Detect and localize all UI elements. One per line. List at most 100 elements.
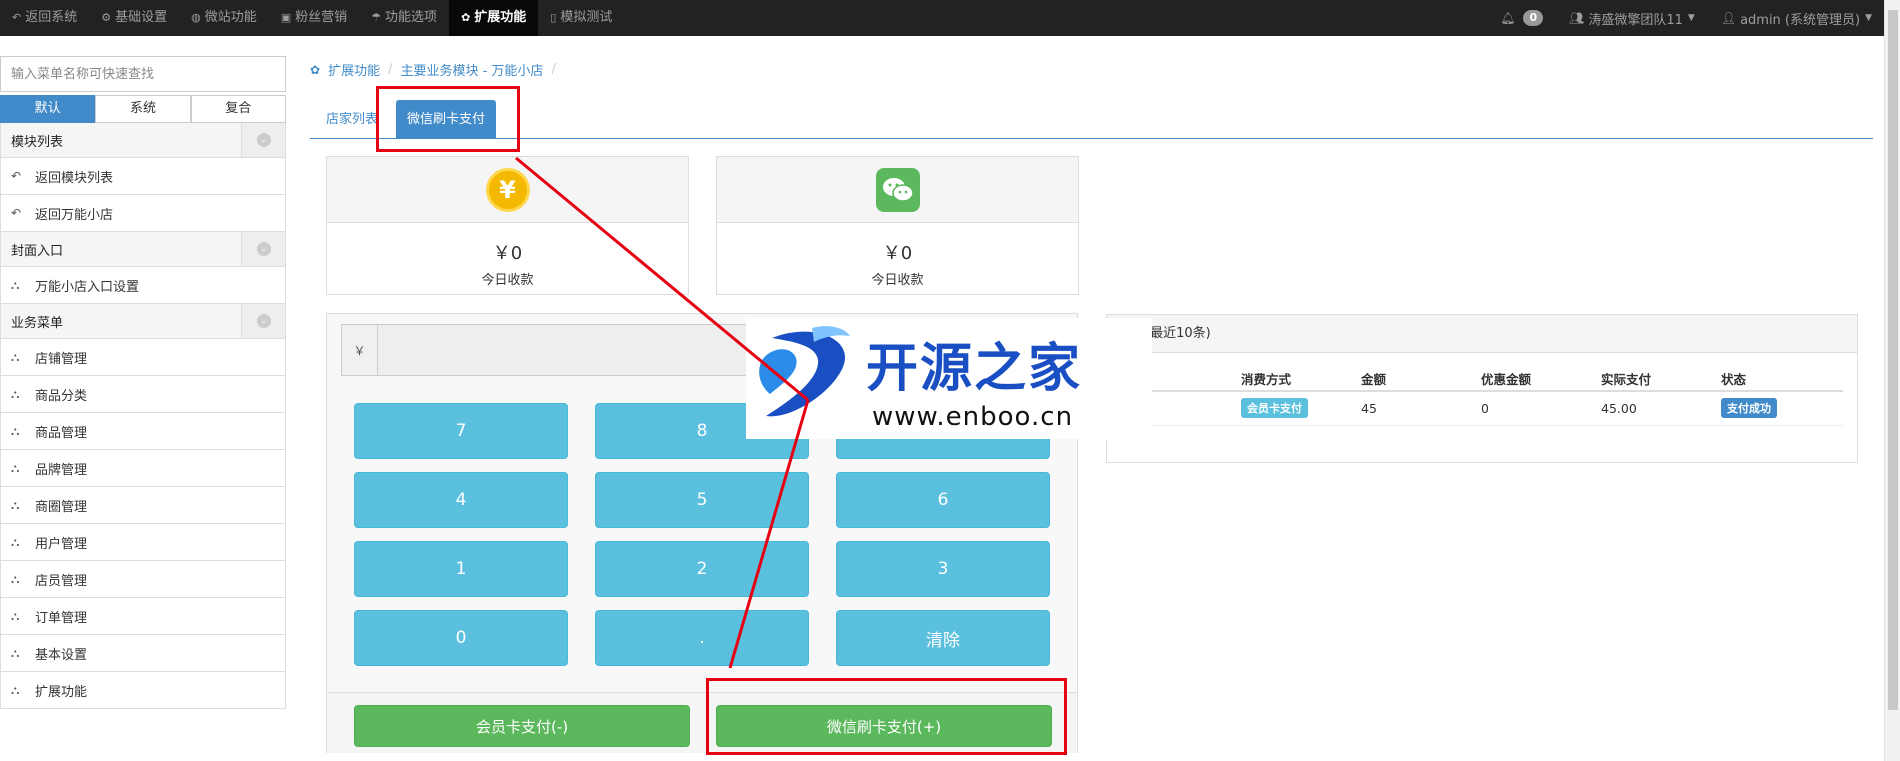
team-name: 涛盛微擎团队11 (1588, 12, 1683, 28)
status-badge: 支付成功 (1721, 398, 1777, 419)
sidebar-item-store-management[interactable]: ⛬ 店铺管理 (0, 339, 286, 376)
nav-item-microsite[interactable]: ◍ 微站功能 (179, 0, 269, 36)
cell-discount: 0 (1481, 391, 1601, 426)
stat-card-header: ¥ (327, 157, 688, 223)
page-scrollbar[interactable] (1884, 0, 1900, 761)
globe-icon: ◍ (191, 11, 201, 24)
menu-group-module-list[interactable]: 模块列表 ⌄ (0, 123, 286, 158)
column-header-status: 状态 (1721, 367, 1843, 392)
sitemap-icon: ⛬ (11, 423, 20, 438)
group-collapse-toggle[interactable]: ⌄ (241, 304, 285, 338)
menu-group-cover-entry[interactable]: 封面入口 ⌄ (0, 232, 286, 267)
sidebar-item-label: 用户管理 (35, 536, 88, 552)
key-1[interactable]: 1 (354, 541, 568, 597)
menu-search-input[interactable] (0, 56, 286, 92)
key-dot[interactable]: . (595, 610, 809, 666)
sidebar-item-user-management[interactable]: ⛬ 用户管理 (0, 524, 286, 561)
records-title: 记录(最近10条) (1107, 315, 1857, 353)
reply-icon: ↶ (11, 169, 22, 183)
caret-down-icon: ▼ (1687, 13, 1695, 23)
sitemap-icon: ⛬ (11, 386, 20, 401)
records-panel: 记录(最近10条) 消费方式 金额 优惠金额 实际支付 状态 会员卡支付 45 (1106, 314, 1858, 463)
nav-item-basic-settings[interactable]: ⚙ 基础设置 (89, 0, 179, 36)
sitemap-icon: ⛬ (11, 645, 20, 660)
nav-label: 基础设置 (115, 10, 168, 25)
sidebar-tab-default[interactable]: 默认 (0, 95, 96, 123)
sitemap-icon: ⛬ (11, 497, 20, 512)
sidebar-item-label: 店员管理 (35, 573, 88, 589)
team-dropdown[interactable]: 👥︎ 涛盛微擎团队11 ▼ (1569, 9, 1695, 28)
chevron-circle-icon: ⌄ (256, 314, 271, 328)
group-icon: 👥︎ (1569, 11, 1585, 25)
nav-item-fan-marketing[interactable]: ▣ 粉丝营销 (269, 0, 359, 36)
sidebar-item-shop-entry-settings[interactable]: ⛬ 万能小店入口设置 (0, 267, 286, 304)
wechat-glyph (882, 177, 914, 202)
reply-icon: ↶ (11, 206, 22, 220)
nav-item-extensions[interactable]: ✿ 扩展功能 (449, 0, 539, 36)
sidebar-item-order-management[interactable]: ⛬ 订单管理 (0, 598, 286, 635)
sitemap-icon: ⛬ (11, 682, 20, 697)
user-name: admin (系统管理员) (1740, 12, 1861, 28)
sidebar-item-label: 店铺管理 (35, 351, 88, 367)
key-4[interactable]: 4 (354, 472, 568, 528)
notification-badge: 0 (1523, 10, 1544, 26)
sidebar-tab-composite[interactable]: 复合 (190, 95, 286, 123)
watermark-url: www.enboo.cn (872, 402, 1074, 432)
group-collapse-toggle[interactable]: ⌄ (241, 123, 285, 157)
key-0[interactable]: 0 (354, 610, 568, 666)
sidebar-item-label: 商品管理 (35, 425, 88, 441)
cell-method: 会员卡支付 (1241, 391, 1361, 426)
column-header-amount: 金额 (1361, 367, 1481, 392)
key-6[interactable]: 6 (836, 472, 1050, 528)
sidebar-item-product-management[interactable]: ⛬ 商品管理 (0, 413, 286, 450)
key-2[interactable]: 2 (595, 541, 809, 597)
user-dropdown[interactable]: 👤︎ admin (系统管理员) ▼ (1721, 9, 1872, 28)
nav-label: 模拟测试 (560, 10, 613, 25)
nav-item-function-options[interactable]: ☂ 功能选项 (359, 0, 449, 36)
column-header-actual: 实际支付 (1601, 367, 1721, 392)
group-title: 模块列表 (11, 134, 64, 150)
currency-prefix: ￥ (342, 325, 378, 375)
caret-down-icon: ▼ (1865, 13, 1872, 23)
watermark-logo-icon (759, 326, 850, 417)
records-table: 消费方式 金额 优惠金额 实际支付 状态 会员卡支付 45 0 45.00 支付… (1121, 367, 1843, 426)
breadcrumb-separator: / (388, 62, 393, 77)
sidebar-item-extensions[interactable]: ⛬ 扩展功能 (0, 672, 286, 709)
sidebar-item-clerk-management[interactable]: ⛬ 店员管理 (0, 561, 286, 598)
notifications-button[interactable]: 🔔︎ 0 (1500, 10, 1544, 26)
breadcrumb-link-extensions[interactable]: 扩展功能 (328, 60, 380, 79)
sidebar-item-district-management[interactable]: ⛬ 商圈管理 (0, 487, 286, 524)
sidebar-item-basic-settings[interactable]: ⛬ 基本设置 (0, 635, 286, 672)
column-header-discount: 优惠金额 (1481, 367, 1601, 392)
key-3[interactable]: 3 (836, 541, 1050, 597)
sidebar-item-brand-management[interactable]: ⛬ 品牌管理 (0, 450, 286, 487)
sidebar-tab-system[interactable]: 系统 (95, 95, 191, 123)
member-card-pay-button[interactable]: 会员卡支付(-) (354, 705, 690, 747)
wechat-icon (875, 167, 920, 212)
annotation-box-pay-button (706, 678, 1067, 755)
scrollbar-thumb[interactable] (1888, 10, 1898, 710)
sitemap-icon: ⛬ (11, 460, 20, 475)
breadcrumb-link-shop-module[interactable]: 主要业务模块 - 万能小店 (400, 60, 543, 79)
top-navbar: ↶ 返回系统 ⚙ 基础设置 ◍ 微站功能 ▣ 粉丝营销 ☂ 功能选项 ✿ 扩展功能 ▯ 模拟测… (0, 0, 1884, 36)
sitemap-icon: ⛬ (11, 277, 20, 292)
column-header-method: 消费方式 (1241, 367, 1361, 392)
sidebar-item-return-module-list[interactable]: ↶ 返回模块列表 (0, 158, 286, 195)
sidebar-item-label: 万能小店入口设置 (35, 279, 140, 295)
sidebar-item-return-shop[interactable]: ↶ 返回万能小店 (0, 195, 286, 232)
nav-item-return-system[interactable]: ↶ 返回系统 (0, 0, 89, 36)
top-right-nav: 🔔︎ 0 👥︎ 涛盛微擎团队11 ▼ 👤︎ admin (系统管理员) ▼ (1474, 0, 1872, 36)
page: ↶ 返回系统 ⚙ 基础设置 ◍ 微站功能 ▣ 粉丝营销 ☂ 功能选项 ✿ 扩展功能 ▯ 模拟测… (0, 0, 1900, 761)
bell-icon: 🔔︎ (1500, 11, 1516, 25)
sitemap-icon: ⛬ (11, 608, 20, 623)
stat-label: 今日收款 (871, 273, 924, 288)
tab-shop-list[interactable]: 店家列表 (326, 100, 378, 139)
key-5[interactable]: 5 (595, 472, 809, 528)
group-collapse-toggle[interactable]: ⌄ (241, 232, 285, 266)
sidebar-item-product-category[interactable]: ⛬ 商品分类 (0, 376, 286, 413)
key-7[interactable]: 7 (354, 403, 568, 459)
menu-group-business-menu[interactable]: 业务菜单 ⌄ (0, 304, 286, 339)
nav-item-simulate-test[interactable]: ▯ 模拟测试 (538, 0, 624, 36)
sitemap-icon: ⛬ (11, 349, 20, 364)
key-clear[interactable]: 清除 (836, 610, 1050, 666)
